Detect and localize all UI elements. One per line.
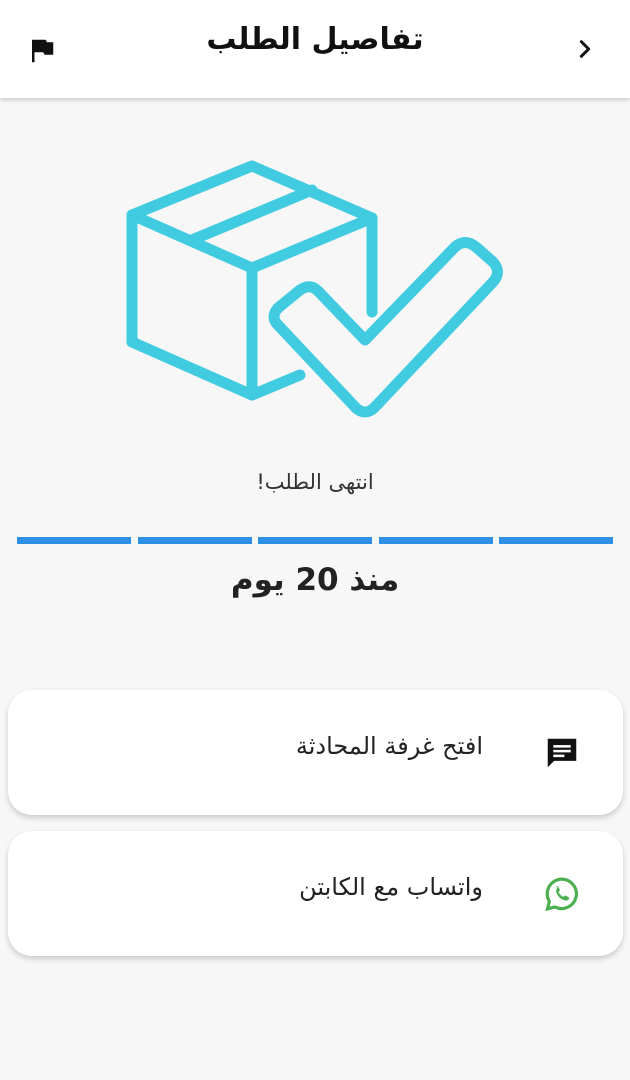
back-button[interactable]	[570, 34, 600, 64]
progress-step	[137, 537, 252, 544]
order-complete-illustration	[120, 150, 510, 430]
whatsapp-icon	[543, 875, 581, 913]
open-chat-room-label: افتح غرفة المحادثة	[295, 732, 483, 760]
app-bar: تفاصيل الطلب	[0, 0, 630, 98]
chevron-right-icon	[579, 40, 591, 58]
elapsed-time: منذ 20 يوم	[230, 562, 400, 598]
page-title: تفاصيل الطلب	[206, 22, 424, 57]
progress-step	[17, 537, 131, 544]
order-progress-bar	[17, 537, 613, 544]
order-status-message: انتهى الطلب!	[256, 470, 374, 494]
whatsapp-captain-button[interactable]: واتساب مع الكابتن	[8, 831, 623, 956]
package-check-icon	[126, 160, 503, 418]
progress-step	[499, 537, 613, 544]
whatsapp-captain-label: واتساب مع الكابتن	[299, 873, 483, 901]
progress-step	[258, 537, 372, 544]
chat-icon	[543, 734, 581, 772]
progress-step	[378, 537, 493, 544]
open-chat-room-button[interactable]: افتح غرفة المحادثة	[8, 690, 623, 815]
